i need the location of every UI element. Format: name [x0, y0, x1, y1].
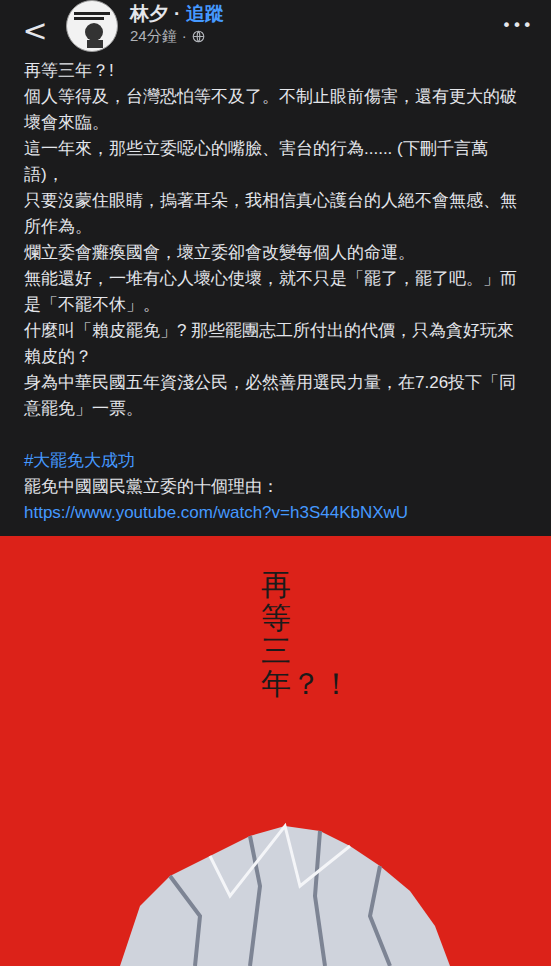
avatar-icon: [70, 4, 114, 48]
post-time: 24分鐘: [130, 26, 177, 46]
image-caption: 再等三年？！: [261, 568, 291, 966]
post-paragraph: 無能還好，一堆有心人壞心使壞，就不只是「罷了，罷了吧。」而是「不罷不休」。: [24, 266, 527, 318]
post-image[interactable]: 再等三年？！: [0, 536, 551, 966]
time-separator: ·: [182, 26, 187, 46]
separator: ·: [174, 2, 180, 26]
post-paragraph: 這一年來，那些立委噁心的嘴臉、害台的行為...... (下刪千言萬語)，: [24, 136, 527, 188]
hand-icon: [100, 796, 460, 966]
hashtag[interactable]: #大罷免大成功: [24, 448, 527, 474]
video-link[interactable]: https://www.youtube.com/watch?v=h3S44KbN…: [24, 500, 527, 526]
globe-icon: [192, 30, 205, 43]
author-info: 林夕·追蹤24分鐘·: [130, 2, 224, 46]
post-paragraph: 個人等得及，台灣恐怕等不及了。不制止眼前傷害，還有更大的破壞會來臨。: [24, 84, 527, 136]
post-header: <林夕·追蹤24分鐘·•••: [0, 0, 551, 56]
follow-button[interactable]: 追蹤: [186, 2, 224, 26]
back-button[interactable]: <: [20, 16, 50, 46]
post-paragraph: 什麼叫「賴皮罷免」? 那些罷團志工所付出的代價，只為貪好玩來賴皮的？: [24, 318, 527, 370]
link-label: 罷免中國國民黨立委的十個理由：: [24, 474, 527, 500]
more-button[interactable]: •••: [502, 14, 533, 38]
avatar[interactable]: [66, 0, 118, 52]
post-body: 再等三年？!個人等得及，台灣恐怕等不及了。不制止眼前傷害，還有更大的破壞會來臨。…: [0, 56, 551, 526]
author-name[interactable]: 林夕: [130, 2, 168, 26]
post-paragraph: 只要沒蒙住眼睛，摀著耳朵，我相信真心護台的人絕不會無感、無所作為。: [24, 188, 527, 240]
post-paragraph: 爛立委會癱瘓國會，壞立委卻會改變每個人的命運。: [24, 240, 527, 266]
post-paragraph: 再等三年？!: [24, 58, 527, 84]
post-screen: <林夕·追蹤24分鐘·•••再等三年？!個人等得及，台灣恐怕等不及了。不制止眼前…: [0, 0, 551, 966]
post-paragraph: 身為中華民國五年資淺公民，必然善用選民力量，在7.26投下「同意罷免」一票。: [24, 370, 527, 422]
